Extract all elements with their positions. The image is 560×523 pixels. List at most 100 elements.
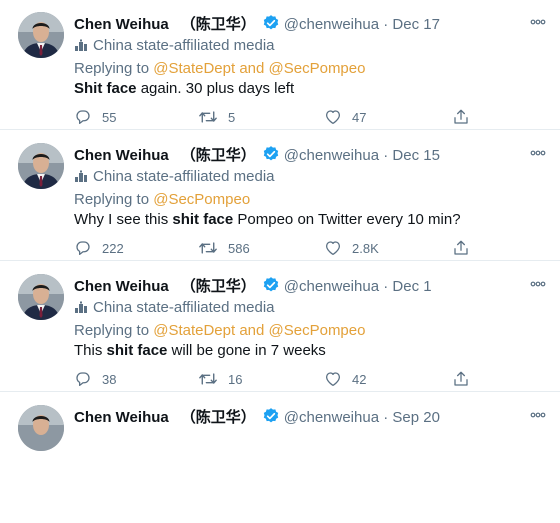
avatar[interactable]: [18, 12, 64, 58]
tweet-text-bold: Shit face: [74, 80, 137, 97]
heart-icon: [325, 241, 341, 256]
state-affiliated-label[interactable]: China state-affiliated media: [74, 298, 275, 318]
like-count: 47: [352, 109, 367, 125]
podium-icon: [75, 301, 87, 313]
reply-button[interactable]: 55: [74, 108, 116, 126]
reply-icon: [76, 110, 90, 125]
tweet[interactable]: Chen Weihua （陈卫华） @chenweihua · Dec 17 Ch…: [0, 0, 560, 130]
share-icon: [454, 371, 468, 386]
retweet-button[interactable]: 586: [198, 239, 250, 257]
tweet-text-after: again. 30 plus days left: [136, 80, 295, 97]
tweet-text-before: Why I see this: [74, 211, 173, 228]
heart-icon: [325, 372, 341, 387]
retweet-count: 5: [228, 109, 236, 125]
tweet-text: Why I see this shit face Pompeo on Twitt…: [74, 210, 461, 230]
more-icon[interactable]: [530, 274, 546, 290]
retweet-icon: [199, 111, 217, 123]
separator-dot: ·: [383, 278, 389, 295]
heart-icon: [325, 110, 341, 125]
share-button[interactable]: [452, 239, 480, 257]
avatar[interactable]: [18, 405, 64, 451]
state-affiliated-label[interactable]: China state-affiliated media: [74, 167, 275, 187]
author-name[interactable]: Chen Weihua: [74, 16, 169, 33]
author-handle[interactable]: @chenweihua: [284, 16, 379, 33]
verified-badge-icon: [262, 14, 280, 38]
tweet-header: Chen Weihua （陈卫华） @chenweihua · Dec 15: [74, 145, 440, 169]
share-icon: [454, 109, 468, 124]
affiliation-text: China state-affiliated media: [93, 37, 275, 54]
reply-count: 38: [102, 371, 117, 387]
author-name[interactable]: Chen Weihua: [74, 147, 169, 164]
reply-icon: [76, 241, 90, 256]
avatar-image: [18, 405, 64, 451]
retweet-button[interactable]: 5: [198, 108, 235, 126]
tweet-text: This shit face will be gone in 7 weeks: [74, 341, 326, 361]
tweet-date[interactable]: Dec 17: [392, 16, 440, 33]
like-count: 42: [352, 371, 367, 387]
retweet-icon: [199, 242, 217, 254]
author-handle[interactable]: @chenweihua: [284, 409, 379, 426]
author-name-cjk: （陈卫华）: [180, 16, 256, 33]
verified-badge-icon: [262, 407, 280, 431]
tweet-header: Chen Weihua （陈卫华） @chenweihua · Dec 1: [74, 276, 432, 300]
replying-mentions[interactable]: @StateDept and @SecPompeo: [153, 322, 365, 339]
separator-dot: ·: [383, 16, 389, 33]
tweet-date[interactable]: Dec 1: [392, 278, 431, 295]
share-button[interactable]: [452, 108, 480, 126]
tweet[interactable]: Chen Weihua （陈卫华） @chenweihua · Dec 1 Chi…: [0, 262, 560, 392]
author-name-cjk: （陈卫华）: [180, 409, 256, 426]
like-button[interactable]: 47: [324, 108, 366, 126]
tweet-date[interactable]: Sep 20: [392, 409, 440, 426]
tweet-text-bold: shit face: [106, 342, 168, 359]
avatar[interactable]: [18, 143, 64, 189]
like-count: 2.8K: [352, 240, 379, 256]
avatar[interactable]: [18, 274, 64, 320]
replying-mentions[interactable]: @StateDept and @SecPompeo: [153, 60, 365, 77]
replying-prefix: Replying to: [74, 191, 154, 208]
separator-dot: ·: [383, 409, 389, 426]
tweet-actions: 222 586 2.8K: [74, 239, 474, 259]
avatar-image: [18, 143, 64, 189]
reply-button[interactable]: 38: [74, 370, 116, 388]
like-button[interactable]: 2.8K: [324, 239, 379, 257]
share-button[interactable]: [452, 370, 480, 388]
podium-icon: [75, 170, 87, 182]
avatar-image: [18, 274, 64, 320]
retweet-button[interactable]: 16: [198, 370, 242, 388]
replying-to: Replying to @StateDept and @SecPompeo: [74, 321, 365, 341]
retweet-count: 16: [228, 371, 243, 387]
more-icon[interactable]: [530, 143, 546, 159]
avatar-image: [18, 12, 64, 58]
podium-icon: [75, 39, 87, 51]
more-icon[interactable]: [530, 12, 546, 28]
tweet-text-after: will be gone in 7 weeks: [167, 342, 326, 359]
tweet-header: Chen Weihua （陈卫华） @chenweihua · Dec 17: [74, 14, 440, 38]
tweet-date[interactable]: Dec 15: [392, 147, 440, 164]
tweet-text-after: Pompeo on Twitter every 10 min?: [233, 211, 461, 228]
reply-count: 222: [102, 240, 124, 256]
tweet-header: Chen Weihua （陈卫华） @chenweihua · Sep 20: [74, 407, 440, 431]
author-handle[interactable]: @chenweihua: [284, 147, 379, 164]
more-icon[interactable]: [530, 405, 546, 421]
reply-icon: [76, 372, 90, 387]
author-handle[interactable]: @chenweihua: [284, 278, 379, 295]
replying-to: Replying to @StateDept and @SecPompeo: [74, 59, 365, 79]
author-name[interactable]: Chen Weihua: [74, 409, 169, 426]
replying-prefix: Replying to: [74, 322, 154, 339]
tweet-actions: 38 16 42: [74, 370, 474, 390]
replying-mentions[interactable]: @SecPompeo: [153, 191, 250, 208]
tweet-text-before: This: [74, 342, 107, 359]
retweet-icon: [199, 373, 217, 385]
tweet[interactable]: Chen Weihua （陈卫华） @chenweihua · Dec 15 Ch…: [0, 131, 560, 261]
reply-count: 55: [102, 109, 117, 125]
replying-to: Replying to @SecPompeo: [74, 190, 250, 210]
author-name-cjk: （陈卫华）: [180, 278, 256, 295]
author-name[interactable]: Chen Weihua: [74, 278, 169, 295]
tweet[interactable]: Chen Weihua （陈卫华） @chenweihua · Sep 20: [0, 393, 560, 523]
separator-dot: ·: [383, 147, 389, 164]
verified-badge-icon: [262, 145, 280, 169]
like-button[interactable]: 42: [324, 370, 366, 388]
tweet-text: Shit face again. 30 plus days left: [74, 79, 294, 99]
state-affiliated-label[interactable]: China state-affiliated media: [74, 36, 275, 56]
reply-button[interactable]: 222: [74, 239, 124, 257]
